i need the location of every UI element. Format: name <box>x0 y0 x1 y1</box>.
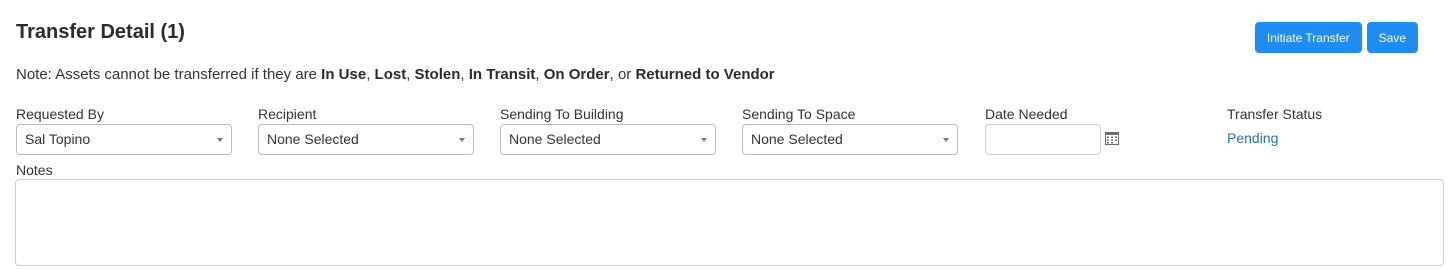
note-separator: , <box>460 66 469 83</box>
date-needed-input[interactable] <box>985 124 1101 155</box>
note-separator: , <box>535 66 544 83</box>
sending-to-space-label: Sending To Space <box>742 106 856 122</box>
note-separator: , <box>406 66 415 83</box>
recipient-select[interactable]: None Selected <box>258 124 474 155</box>
note-in-use: In Use <box>321 66 367 83</box>
note-on-order: On Order <box>543 66 610 83</box>
sending-to-space-value: None Selected <box>751 131 843 147</box>
initiate-transfer-button[interactable]: Initiate Transfer <box>1254 22 1362 53</box>
chevron-down-icon <box>217 138 223 142</box>
note-in-transit: In Transit <box>468 66 536 83</box>
requested-by-value: Sal Topino <box>25 131 91 147</box>
notes-textarea[interactable] <box>15 179 1444 266</box>
header-actions: Initiate Transfer Save <box>1254 22 1418 53</box>
recipient-value: None Selected <box>267 131 359 147</box>
sending-to-building-value: None Selected <box>509 131 601 147</box>
transfer-note: Note: Assets cannot be transferred if th… <box>16 66 775 83</box>
page-title: Transfer Detail (1) <box>16 21 185 43</box>
chevron-down-icon <box>943 138 949 142</box>
date-needed-label: Date Needed <box>985 106 1068 122</box>
sending-to-building-select[interactable]: None Selected <box>500 124 716 155</box>
recipient-field: Recipient None Selected <box>258 106 474 155</box>
transfer-status-value: Pending <box>1227 130 1279 146</box>
sending-to-space-select[interactable]: None Selected <box>742 124 958 155</box>
recipient-label: Recipient <box>258 106 317 122</box>
notes-label: Notes <box>16 162 53 178</box>
requested-by-select[interactable]: Sal Topino <box>16 124 232 155</box>
transfer-status-field: Transfer Status Pending <box>1227 106 1323 146</box>
note-returned-to-vendor: Returned to Vendor <box>635 66 775 83</box>
transfer-detail-page: Transfer Detail (1) Initiate Transfer Sa… <box>0 0 1450 269</box>
note-prefix: Note: Assets cannot be transferred if th… <box>16 66 322 83</box>
sending-to-space-field: Sending To Space None Selected <box>742 106 958 155</box>
calendar-icon[interactable] <box>1105 132 1119 145</box>
requested-by-label: Requested By <box>16 106 104 122</box>
save-button[interactable]: Save <box>1366 22 1418 53</box>
note-separator: , or <box>609 66 636 83</box>
requested-by-field: Requested By Sal Topino <box>16 106 232 155</box>
chevron-down-icon <box>459 138 465 142</box>
note-lost: Lost <box>374 66 407 83</box>
sending-to-building-field: Sending To Building None Selected <box>500 106 716 155</box>
sending-to-building-label: Sending To Building <box>500 106 624 122</box>
note-stolen: Stolen <box>414 66 461 83</box>
date-needed-field: Date Needed <box>985 106 1119 155</box>
note-separator: , <box>366 66 375 83</box>
chevron-down-icon <box>701 138 707 142</box>
transfer-status-label: Transfer Status <box>1227 106 1323 122</box>
